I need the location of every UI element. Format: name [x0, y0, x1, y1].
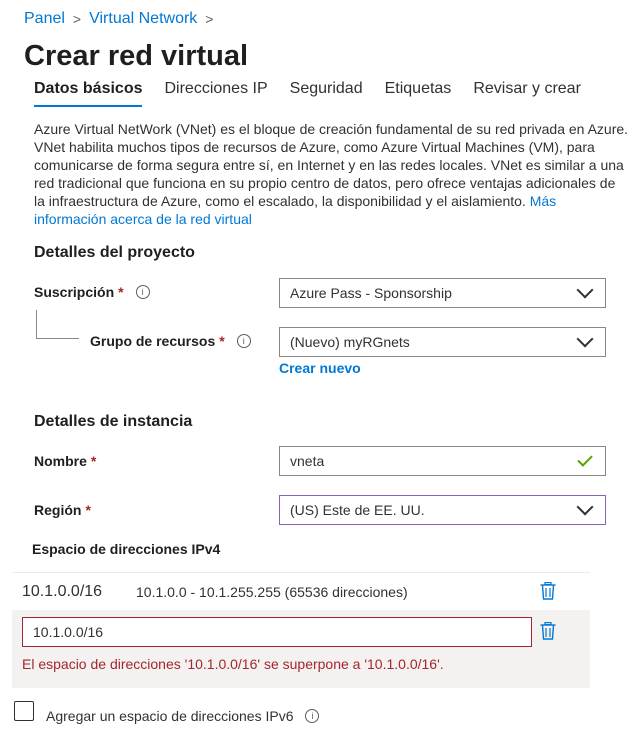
tab-datos-basicos[interactable]: Datos básicos	[34, 80, 143, 107]
resource-group-dropdown[interactable]: (Nuevo) myRGnets	[279, 327, 606, 357]
tab-revisar-y-crear[interactable]: Revisar y crear	[473, 80, 581, 107]
subscription-value: Azure Pass - Sponsorship	[290, 285, 452, 301]
instance-details-heading: Detalles de instancia	[34, 413, 193, 430]
resource-group-label: Grupo de recursos * i	[90, 333, 251, 349]
chevron-down-icon	[576, 281, 594, 299]
tab-bar: Datos básicos Direcciones IP Seguridad E…	[34, 80, 603, 107]
name-label: Nombre *	[34, 453, 96, 469]
tab-direcciones-ip[interactable]: Direcciones IP	[164, 80, 267, 107]
breadcrumb-separator: >	[205, 11, 214, 27]
required-marker: *	[85, 502, 91, 518]
tree-connector	[36, 310, 79, 339]
info-icon[interactable]: i	[135, 285, 150, 299]
required-marker: *	[219, 333, 225, 349]
breadcrumb-panel-link[interactable]: Panel	[24, 10, 65, 28]
address-range: 10.1.0.0 - 10.1.255.255 (65536 direccion…	[136, 584, 408, 600]
description: Azure Virtual NetWork (VNet) es el bloqu…	[34, 120, 630, 228]
region-label-text: Región	[34, 502, 82, 518]
tab-etiquetas[interactable]: Etiquetas	[385, 80, 452, 107]
breadcrumb-virtual-network-link[interactable]: Virtual Network	[89, 10, 197, 28]
resource-group-value: (Nuevo) myRGnets	[290, 334, 410, 350]
chevron-down-icon	[576, 498, 594, 516]
name-input[interactable]: vneta	[279, 446, 606, 476]
required-marker: *	[118, 284, 124, 300]
breadcrumb-separator: >	[72, 11, 82, 27]
name-value: vneta	[290, 453, 325, 469]
breadcrumb: Panel > Virtual Network >	[24, 10, 221, 28]
info-icon[interactable]: i	[236, 334, 251, 348]
project-details-heading: Detalles del proyecto	[34, 244, 195, 261]
create-new-link[interactable]: Crear nuevo	[279, 360, 361, 376]
region-dropdown[interactable]: (US) Este de EE. UU.	[279, 495, 606, 525]
info-icon[interactable]: i	[305, 709, 320, 723]
subscription-label-text: Suscripción	[34, 284, 115, 300]
region-value: (US) Este de EE. UU.	[290, 502, 425, 518]
new-address-input[interactable]: 10.1.0.0/16	[22, 617, 532, 647]
subscription-label: Suscripción * i	[34, 284, 150, 300]
address-cidr: 10.1.0.0/16	[22, 583, 103, 600]
required-marker: *	[90, 453, 97, 469]
ipv6-checkbox-label: Agregar un espacio de direcciones IPv6 i	[46, 708, 320, 724]
region-label: Región *	[34, 502, 91, 518]
resource-group-label-text: Grupo de recursos	[90, 333, 216, 349]
ipv6-checkbox[interactable]	[14, 701, 34, 721]
trash-icon[interactable]	[540, 581, 556, 605]
tab-seguridad[interactable]: Seguridad	[290, 80, 363, 107]
subscription-dropdown[interactable]: Azure Pass - Sponsorship	[279, 278, 606, 308]
ipv6-label-text: Agregar un espacio de direcciones IPv6	[46, 708, 294, 724]
chevron-down-icon	[576, 330, 594, 348]
address-overlap-error: El espacio de direcciones '10.1.0.0/16' …	[22, 656, 444, 672]
divider	[12, 572, 590, 573]
trash-icon[interactable]	[540, 621, 556, 645]
page-title: Crear red virtual	[24, 40, 249, 72]
new-address-value: 10.1.0.0/16	[33, 624, 104, 640]
name-label-text: Nombre	[34, 453, 87, 469]
ipv4-heading: Espacio de direcciones IPv4	[32, 541, 221, 557]
